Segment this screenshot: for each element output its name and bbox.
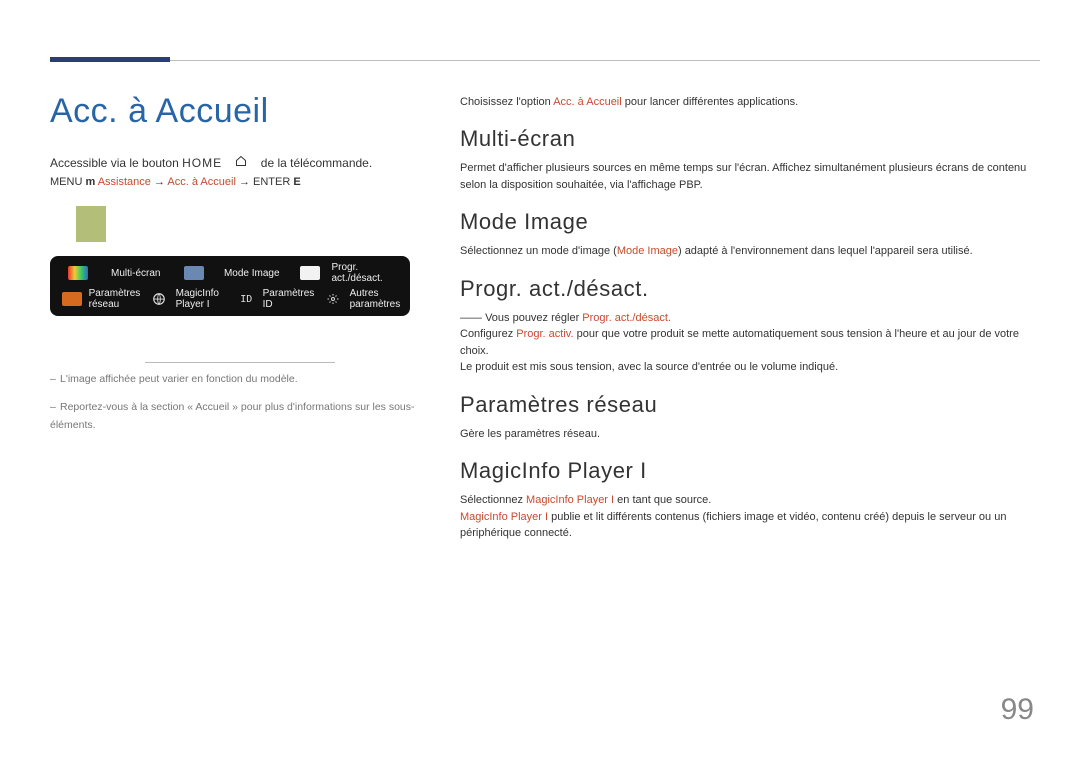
heading-reseau: Paramètres réseau [460,392,1036,418]
screenshot-placeholder [76,206,106,242]
appbar-label-modeimage: Mode Image [216,268,289,279]
appbar-label-reseau: Paramètres réseau [89,288,143,310]
top-rule [50,60,1040,61]
mode-image-pre: Sélectionnez un mode d'image ( [460,245,617,257]
body-progr: ―― Vous pouvez régler Progr. act./désact… [460,310,1036,376]
home-prefix: Accessible via le bouton [50,156,179,170]
appbar-thumb-white [288,266,332,280]
menu-assistance: Assistance [98,176,151,188]
mode-image-post: ) adapté à l'environnement dans lequel l… [678,245,973,257]
right-column: Choisissez l'option Acc. à Accueil pour … [460,96,1036,558]
footnote-a: L'image affichée peut varier en fonction… [60,373,298,385]
page-number: 99 [1001,693,1034,727]
home-icon [235,155,247,170]
footnote-rule [145,362,335,363]
body-multi-ecran: Permet d'afficher plusieurs sources en m… [460,160,1036,193]
appbar-label-autres: Autres paramètres [350,288,404,310]
body-magicinfo: Sélectionnez MagicInfo Player I en tant … [460,492,1036,542]
progr-l1-hl: Progr. act./désact. [582,312,671,324]
menu-label: MENU [50,176,82,188]
mi-l1-hl: MagicInfo Player I [526,494,614,506]
network-icon [143,292,176,306]
footnote-b: Reportez-vous à la section « Accueil » p… [50,401,415,431]
menu-e: E [293,176,300,188]
appbar-label-multiecran: Multi-écran [100,268,173,279]
progr-l2-hl: Progr. activ. [516,328,573,340]
progr-l1-pre: Vous pouvez régler [485,312,582,324]
gear-icon [317,293,350,305]
page-title: Acc. à Accueil [50,92,430,131]
arrow-2: → [239,176,250,188]
intro-post: pour lancer différentes applications. [622,96,799,108]
app-bar-row-1: Multi-écran Mode Image Progr. act./désac… [56,262,404,284]
appbar-label-magicinfo: MagicInfo Player I [176,288,230,310]
home-suffix: de la télécommande. [261,156,372,170]
menu-m: m [85,176,95,188]
progr-l3: Le produit est mis sous tension, avec la… [460,361,838,373]
appbar-thumb-scene [172,266,216,280]
heading-multi-ecran: Multi-écran [460,126,1036,152]
home-button-label: HOME [182,156,222,170]
mi-l1-pre: Sélectionnez [460,494,526,506]
appbar-thumb-orange [56,292,89,306]
app-bar: Multi-écran Mode Image Progr. act./désac… [50,256,410,316]
home-access-line: Accessible via le bouton HOME de la télé… [50,155,430,170]
left-column: Acc. à Accueil Accessible via le bouton … [50,92,430,435]
heading-mode-image: Mode Image [460,209,1036,235]
mode-image-hl: Mode Image [617,245,678,257]
menu-path: MENU m Assistance → Acc. à Accueil → ENT… [50,176,430,188]
body-mode-image: Sélectionnez un mode d'image (Mode Image… [460,243,1036,260]
page-root: Acc. à Accueil Accessible via le bouton … [0,0,1080,763]
body-reseau: Gère les paramètres réseau. [460,426,1036,443]
mi-l2-hl: MagicInfo Player I [460,511,548,523]
id-icon: ID [230,294,263,305]
menu-enter: ENTER [253,176,290,188]
appbar-thumb-rainbow [56,266,100,280]
footnotes: –L'image affichée peut varier en fonctio… [50,371,430,435]
arrow-1: → [154,176,165,188]
heading-progr: Progr. act./désact. [460,276,1036,302]
top-rule-accent [50,57,170,62]
intro-hl: Acc. à Accueil [553,96,621,108]
menu-acc: Acc. à Accueil [167,176,235,188]
intro-pre: Choisissez l'option [460,96,553,108]
heading-magicinfo: MagicInfo Player I [460,458,1036,484]
progr-l2-pre: Configurez [460,328,516,340]
appbar-label-progr: Progr. act./désact. [332,262,405,284]
intro-line: Choisissez l'option Acc. à Accueil pour … [460,96,1036,108]
mi-l1-post: en tant que source. [614,494,711,506]
appbar-label-paramid: Paramètres ID [263,288,317,310]
app-bar-row-2: Paramètres réseau MagicInfo Player I ID … [56,288,404,310]
